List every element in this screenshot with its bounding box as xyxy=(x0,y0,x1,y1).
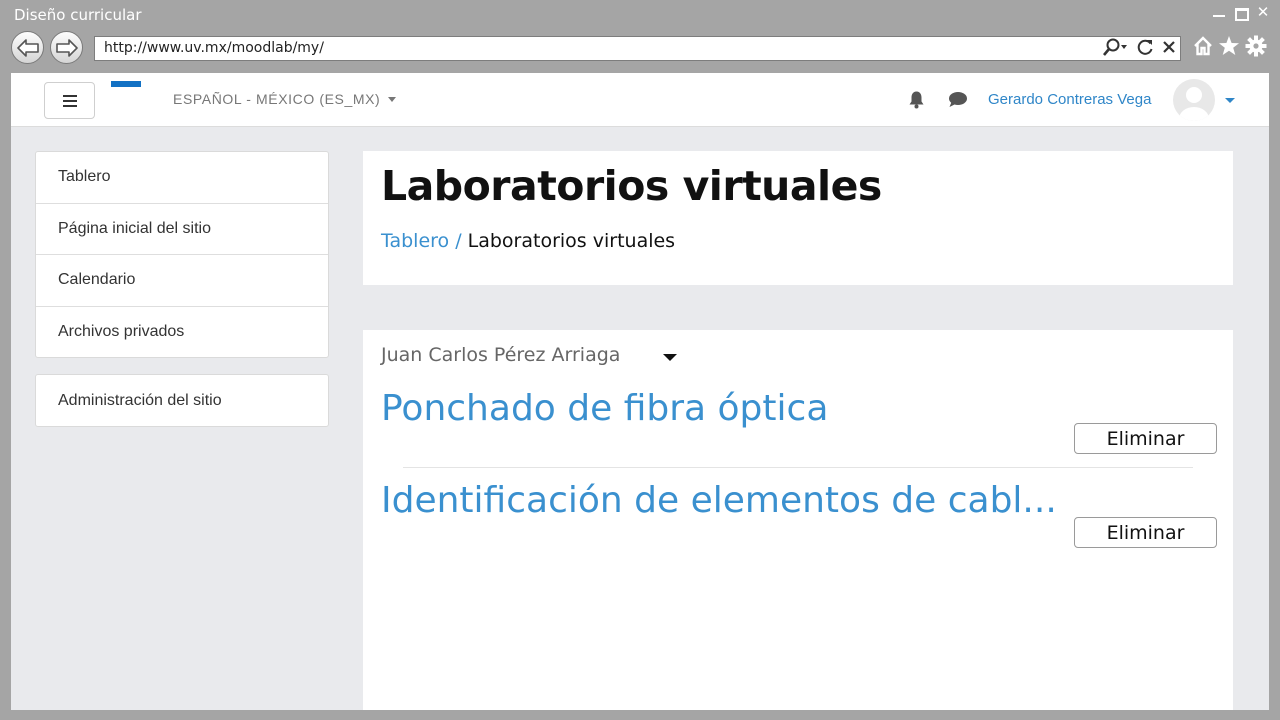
page-title: Laboratorios virtuales xyxy=(381,162,882,210)
lab-title-link[interactable]: Identificación de elementos de cabl... xyxy=(381,480,1057,521)
bell-icon[interactable] xyxy=(908,90,925,114)
sidebar-item-tablero[interactable]: Tablero xyxy=(36,152,328,204)
forward-button[interactable] xyxy=(50,31,83,64)
user-menu-caret-icon[interactable] xyxy=(1225,98,1235,103)
browser-tools xyxy=(1193,35,1267,62)
sidebar-item-calendar[interactable]: Calendario xyxy=(36,255,328,307)
sidebar-item-site-admin[interactable]: Administración del sitio xyxy=(36,375,328,427)
delete-lab-button[interactable]: Eliminar xyxy=(1074,517,1217,548)
navigation-block: Tablero Página inicial del sitio Calenda… xyxy=(35,151,329,358)
language-selector[interactable]: ESPAÑOL - MÉXICO (ES_MX) xyxy=(173,91,397,107)
window-title: Diseño curricular xyxy=(14,6,142,24)
close-window-icon[interactable]: ✕ xyxy=(1256,4,1270,22)
user-name[interactable]: Gerardo Contreras Vega xyxy=(988,91,1151,108)
breadcrumb-separator: / xyxy=(449,230,468,252)
arrow-right-icon xyxy=(55,38,78,57)
author-selector[interactable]: Juan Carlos Pérez Arriaga xyxy=(381,344,620,366)
address-bar[interactable]: http://www.uv.mx/moodlab/my/ xyxy=(94,36,1181,61)
breadcrumb-current: Laboratorios virtuales xyxy=(467,230,676,252)
home-icon[interactable] xyxy=(1193,36,1213,61)
lab-title-link[interactable]: Ponchado de fibra óptica xyxy=(381,388,828,429)
stop-icon[interactable] xyxy=(1162,40,1176,59)
search-icon[interactable] xyxy=(1102,38,1128,61)
breadcrumb: Tablero / Laboratorios virtuales xyxy=(381,230,675,252)
message-icon[interactable] xyxy=(948,91,968,113)
page-viewport: ESPAÑOL - MÉXICO (ES_MX) Gerardo Contrer… xyxy=(11,73,1269,710)
avatar[interactable] xyxy=(1173,79,1215,121)
delete-lab-button[interactable]: Eliminar xyxy=(1074,423,1217,454)
favorites-star-icon[interactable] xyxy=(1218,35,1240,62)
dropdown-caret-icon[interactable] xyxy=(663,354,677,361)
minimize-icon[interactable] xyxy=(1212,4,1226,22)
breadcrumb-home-link[interactable]: Tablero xyxy=(381,230,449,252)
admin-block: Administración del sitio xyxy=(35,374,329,427)
chevron-down-icon xyxy=(388,96,397,102)
back-button[interactable] xyxy=(11,31,44,64)
url-text: http://www.uv.mx/moodlab/my/ xyxy=(104,40,324,56)
window-titlebar: Diseño curricular ✕ xyxy=(0,0,1280,30)
page-header: Laboratorios virtuales Tablero / Laborat… xyxy=(363,151,1233,285)
language-label: ESPAÑOL - MÉXICO (ES_MX) xyxy=(173,91,381,107)
settings-gear-icon[interactable] xyxy=(1245,35,1267,62)
divider xyxy=(403,467,1193,468)
menu-toggle-button[interactable] xyxy=(44,82,95,119)
site-logo[interactable] xyxy=(111,81,141,87)
arrow-left-icon xyxy=(16,38,39,57)
refresh-icon[interactable] xyxy=(1136,38,1154,61)
labs-list-card: Juan Carlos Pérez Arriaga Ponchado de fi… xyxy=(363,330,1233,710)
window-controls: ✕ xyxy=(1212,4,1270,22)
hamburger-icon xyxy=(62,94,77,107)
top-navbar: ESPAÑOL - MÉXICO (ES_MX) Gerardo Contrer… xyxy=(11,73,1269,127)
address-bar-icons xyxy=(1102,38,1176,60)
maximize-icon[interactable] xyxy=(1234,4,1249,22)
sidebar-item-site-home[interactable]: Página inicial del sitio xyxy=(36,204,328,255)
sidebar-item-private-files[interactable]: Archivos privados xyxy=(36,307,328,359)
